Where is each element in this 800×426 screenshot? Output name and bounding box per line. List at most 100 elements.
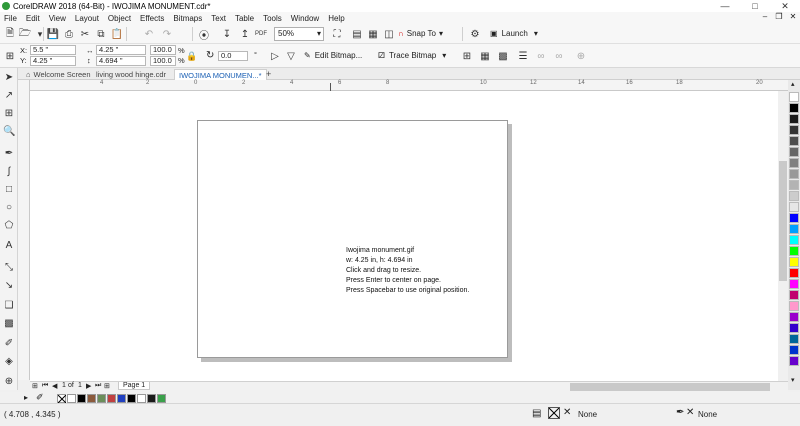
publish-pdf-icon[interactable]: PDF <box>254 27 268 41</box>
mirror-horizontal-icon[interactable]: ▷ <box>268 49 282 63</box>
height-field[interactable]: 4.694 " <box>96 56 146 66</box>
doc-restore-icon[interactable]: ❐ <box>772 12 786 21</box>
link-icon[interactable]: ∞ <box>534 49 548 63</box>
paste-icon[interactable]: 📋 <box>110 27 124 41</box>
palette-swatch[interactable] <box>789 246 799 256</box>
scale-height-field[interactable]: 100.0 <box>150 56 176 66</box>
palette-swatch[interactable] <box>789 202 799 212</box>
undo-icon[interactable]: ↶ <box>142 27 156 41</box>
new-document-icon[interactable]: 🗎 <box>3 27 17 41</box>
width-field[interactable]: 4.25 " <box>96 45 146 55</box>
connector-tool-icon[interactable]: ↘ <box>3 280 15 292</box>
palette-swatch[interactable] <box>789 114 799 124</box>
menu-view[interactable]: View <box>49 14 66 23</box>
palette-swatch[interactable] <box>789 103 799 113</box>
object-origin-icon[interactable]: ⊞ <box>3 49 17 63</box>
palette-swatch[interactable] <box>789 180 799 190</box>
palette-swatch[interactable] <box>789 268 799 278</box>
fill-none-swatch[interactable] <box>548 407 560 419</box>
page-1-sheet[interactable] <box>197 120 508 358</box>
unlink-icon[interactable]: ∞ <box>552 49 566 63</box>
ellipse-tool-icon[interactable]: ○ <box>3 202 15 214</box>
search-content-icon[interactable]: ⦿ <box>197 27 211 42</box>
redo-icon[interactable]: ↷ <box>160 27 174 41</box>
text-tool-icon[interactable]: A <box>3 240 15 252</box>
document-palette-swatch[interactable] <box>117 394 126 403</box>
menu-object[interactable]: Object <box>108 14 131 23</box>
zoom-level-select[interactable]: 50% <box>274 27 324 41</box>
horizontal-scroll-thumb[interactable] <box>570 383 770 391</box>
palette-swatch[interactable] <box>789 92 799 102</box>
palette-scroll-up-icon[interactable]: ▴ <box>791 80 795 88</box>
scale-width-field[interactable]: 100.0 <box>150 45 176 55</box>
parallel-dimension-tool-icon[interactable]: ⤡ <box>3 262 15 274</box>
palette-swatch[interactable] <box>789 290 799 300</box>
options-gear-icon[interactable]: ⚙ <box>468 27 482 41</box>
vertical-scroll-thumb[interactable] <box>779 161 787 281</box>
palette-swatch[interactable] <box>789 279 799 289</box>
print-icon[interactable]: ⎙ <box>62 27 76 41</box>
last-page-icon[interactable]: ⏭ <box>95 382 101 390</box>
add-icon[interactable]: ⊕ <box>574 49 588 63</box>
new-tab-plus-icon[interactable]: + <box>262 69 275 80</box>
tab-living-wood-hinge[interactable]: living wood hinge.cdr <box>92 69 170 80</box>
previous-page-icon[interactable]: ◀ <box>52 382 57 390</box>
rectangle-tool-icon[interactable]: □ <box>3 184 15 196</box>
export-icon[interactable]: ↥ <box>238 27 252 41</box>
no-color-swatch[interactable] <box>57 394 67 404</box>
shape-tool-icon[interactable]: ↗ <box>3 90 15 102</box>
drop-shadow-tool-icon[interactable]: ❑ <box>3 300 15 312</box>
add-tool-icon[interactable]: ⊕ <box>3 376 15 388</box>
palette-swatch[interactable] <box>789 125 799 135</box>
palette-swatch[interactable] <box>789 312 799 322</box>
cut-icon[interactable]: ✂ <box>78 27 92 41</box>
show-rulers-icon[interactable]: ▤ <box>350 27 364 41</box>
vertical-ruler[interactable] <box>18 80 30 380</box>
palette-swatch[interactable] <box>789 235 799 245</box>
document-palette-swatch[interactable] <box>147 394 156 403</box>
x-position-field[interactable]: 5.5 " <box>30 45 76 55</box>
document-palette-swatch[interactable] <box>77 394 86 403</box>
fill-indicator-icon[interactable]: ▤ <box>532 408 541 419</box>
mirror-vertical-icon[interactable]: ▽ <box>284 49 298 63</box>
palette-scroll-down-icon[interactable]: ▾ <box>791 376 795 384</box>
pick-tool-icon[interactable]: ➤ <box>3 72 15 84</box>
bitmap-color-mask-icon[interactable]: ▩ <box>496 49 510 63</box>
copy-icon[interactable]: ⧉ <box>94 27 108 41</box>
vertical-scrollbar[interactable] <box>778 91 788 381</box>
tab-iwojima-monument[interactable]: IWOJIMA MONUMEN...* <box>174 69 267 80</box>
show-grid-icon[interactable]: ▦ <box>366 27 380 41</box>
transparency-tool-icon[interactable]: ▩ <box>3 318 15 330</box>
eyedropper-icon[interactable]: ✐ <box>36 392 44 403</box>
rotation-field[interactable]: 0.0 <box>218 51 248 61</box>
freehand-tool-icon[interactable]: ✒ <box>3 148 15 160</box>
page-tab[interactable]: Page 1 <box>118 382 151 390</box>
palette-swatch[interactable] <box>789 224 799 234</box>
maximize-icon[interactable]: □ <box>740 0 770 12</box>
document-palette-swatch[interactable] <box>97 394 106 403</box>
document-palette-swatch[interactable] <box>157 394 166 403</box>
palette-swatch[interactable] <box>789 257 799 267</box>
document-palette-swatch[interactable] <box>127 394 136 403</box>
edit-bitmap-button[interactable]: ✎ Edit Bitmap... <box>304 49 362 63</box>
resample-icon[interactable]: ▦ <box>478 49 492 63</box>
palette-swatch[interactable] <box>789 334 799 344</box>
menu-bitmaps[interactable]: Bitmaps <box>173 14 202 23</box>
menu-help[interactable]: Help <box>328 14 344 23</box>
menu-edit[interactable]: Edit <box>26 14 40 23</box>
open-folder-icon[interactable]: 🗁 <box>18 27 32 41</box>
palette-swatch[interactable] <box>789 147 799 157</box>
document-palette-swatch[interactable] <box>107 394 116 403</box>
full-screen-preview-icon[interactable]: ⛶ <box>330 27 344 41</box>
trace-bitmap-button[interactable]: ⚂ Trace Bitmap ▾ <box>378 49 446 63</box>
save-icon[interactable]: 💾 <box>46 27 60 41</box>
crop-bitmap-icon[interactable]: ⊞ <box>460 49 474 63</box>
palette-swatch[interactable] <box>789 213 799 223</box>
zoom-tool-icon[interactable]: 🔍 <box>3 126 15 138</box>
palette-swatch[interactable] <box>789 301 799 311</box>
snap-to-button[interactable]: ∩ Snap To ▾ <box>398 27 443 41</box>
menu-tools[interactable]: Tools <box>263 14 282 23</box>
show-guidelines-icon[interactable]: ◫ <box>382 27 396 41</box>
lock-ratio-icon[interactable]: 🔒 <box>186 51 197 62</box>
eyedropper-tool-icon[interactable]: ✐ <box>3 338 15 350</box>
